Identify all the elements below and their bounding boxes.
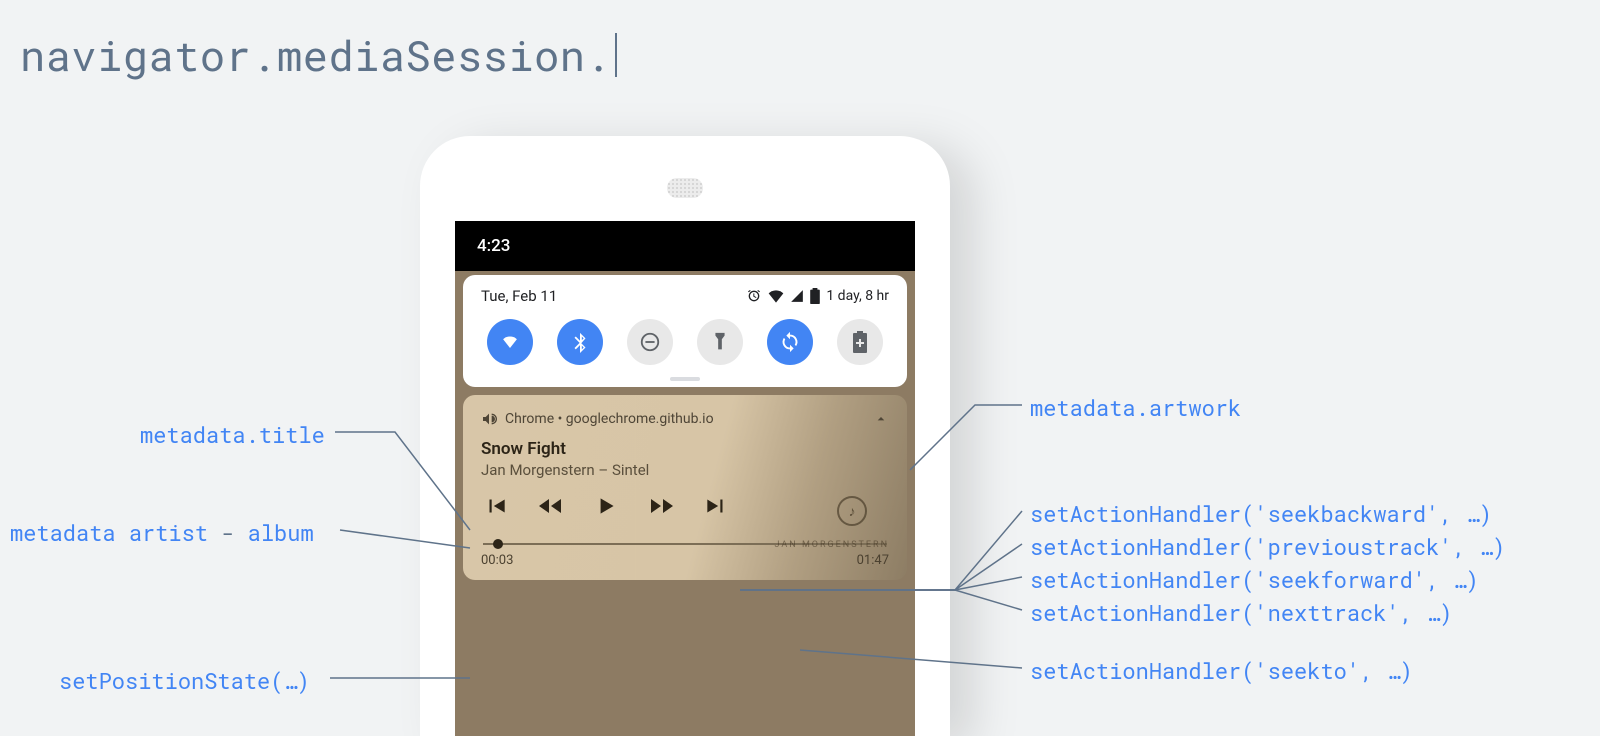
anno-seekforward: setActionHandler('seekforward', …) xyxy=(1030,565,1479,594)
wifi-toggle[interactable] xyxy=(487,319,533,365)
quick-settings-header: Tue, Feb 11 1 day, 8 hr xyxy=(481,287,889,305)
previous-track-button[interactable] xyxy=(483,493,509,519)
bluetooth-icon xyxy=(569,331,591,353)
status-bar: 4:23 xyxy=(455,221,915,271)
anno-seekbackward: setActionHandler('seekbackward', …) xyxy=(1030,499,1492,528)
qs-date: Tue, Feb 11 xyxy=(481,287,557,305)
page-title-code: navigator.mediaSession. xyxy=(20,28,617,83)
anno-seekto: setActionHandler('seekto', …) xyxy=(1030,656,1413,685)
artwork-caption: JAN MORGENSTERN xyxy=(775,540,889,550)
media-subtitle: Jan Morgenstern – Sintel xyxy=(481,461,889,479)
alarm-icon xyxy=(746,288,762,304)
media-app-label: Chrome • googlechrome.github.io xyxy=(505,411,714,427)
volume-icon xyxy=(481,411,497,427)
sync-icon xyxy=(779,331,801,353)
media-title: Snow Fight xyxy=(481,439,889,459)
sync-toggle[interactable] xyxy=(767,319,813,365)
dnd-toggle[interactable] xyxy=(627,319,673,365)
play-button[interactable] xyxy=(593,493,619,519)
signal-icon xyxy=(790,289,804,303)
media-header: Chrome • googlechrome.github.io xyxy=(481,411,889,427)
qs-status-icons: 1 day, 8 hr xyxy=(746,288,889,304)
media-controls xyxy=(481,489,889,543)
anno-metadata-title: metadata.title xyxy=(140,420,325,449)
anno-setpositionstate: setPositionState(…) xyxy=(59,666,310,695)
seek-forward-button[interactable] xyxy=(647,493,675,519)
bluetooth-toggle[interactable] xyxy=(557,319,603,365)
time-duration: 01:47 xyxy=(857,553,889,568)
seek-backward-button[interactable] xyxy=(537,493,565,519)
quick-settings-drag-handle[interactable] xyxy=(670,377,700,381)
phone-screen: 4:23 Tue, Feb 11 1 day, 8 hr xyxy=(455,221,915,736)
quick-settings-card: Tue, Feb 11 1 day, 8 hr xyxy=(463,275,907,387)
wifi-icon xyxy=(499,331,521,353)
flashlight-toggle[interactable] xyxy=(697,319,743,365)
media-notification[interactable]: Chrome • googlechrome.github.io Snow Fig… xyxy=(463,395,907,580)
phone-speaker xyxy=(667,178,703,198)
battery-text: 1 day, 8 hr xyxy=(826,288,889,304)
battery-saver-toggle[interactable] xyxy=(837,319,883,365)
api-path: navigator.mediaSession. xyxy=(20,28,611,83)
anno-metadata-artwork: metadata.artwork xyxy=(1030,393,1241,422)
anno-nexttrack: setActionHandler('nexttrack', …) xyxy=(1030,598,1452,627)
anno-metadata-artist-album: metadata artist - album xyxy=(10,518,314,547)
chevron-up-icon[interactable] xyxy=(873,411,889,427)
seek-knob[interactable] xyxy=(493,539,503,549)
text-cursor xyxy=(615,33,617,77)
flashlight-icon xyxy=(709,331,731,353)
clock: 4:23 xyxy=(477,236,510,256)
anno-previoustrack: setActionHandler('previoustrack', …) xyxy=(1030,532,1505,561)
time-labels: 00:03 01:47 xyxy=(481,553,889,568)
wifi-status-icon xyxy=(768,289,784,303)
next-track-button[interactable] xyxy=(703,493,729,519)
phone-mock: 4:23 Tue, Feb 11 1 day, 8 hr xyxy=(420,136,950,736)
battery-icon xyxy=(810,288,820,304)
quick-settings-toggles xyxy=(481,317,889,375)
time-position: 00:03 xyxy=(481,553,513,568)
dnd-icon xyxy=(639,331,661,353)
battery-saver-icon xyxy=(851,331,869,353)
artwork-badge: ♪ xyxy=(837,496,867,526)
